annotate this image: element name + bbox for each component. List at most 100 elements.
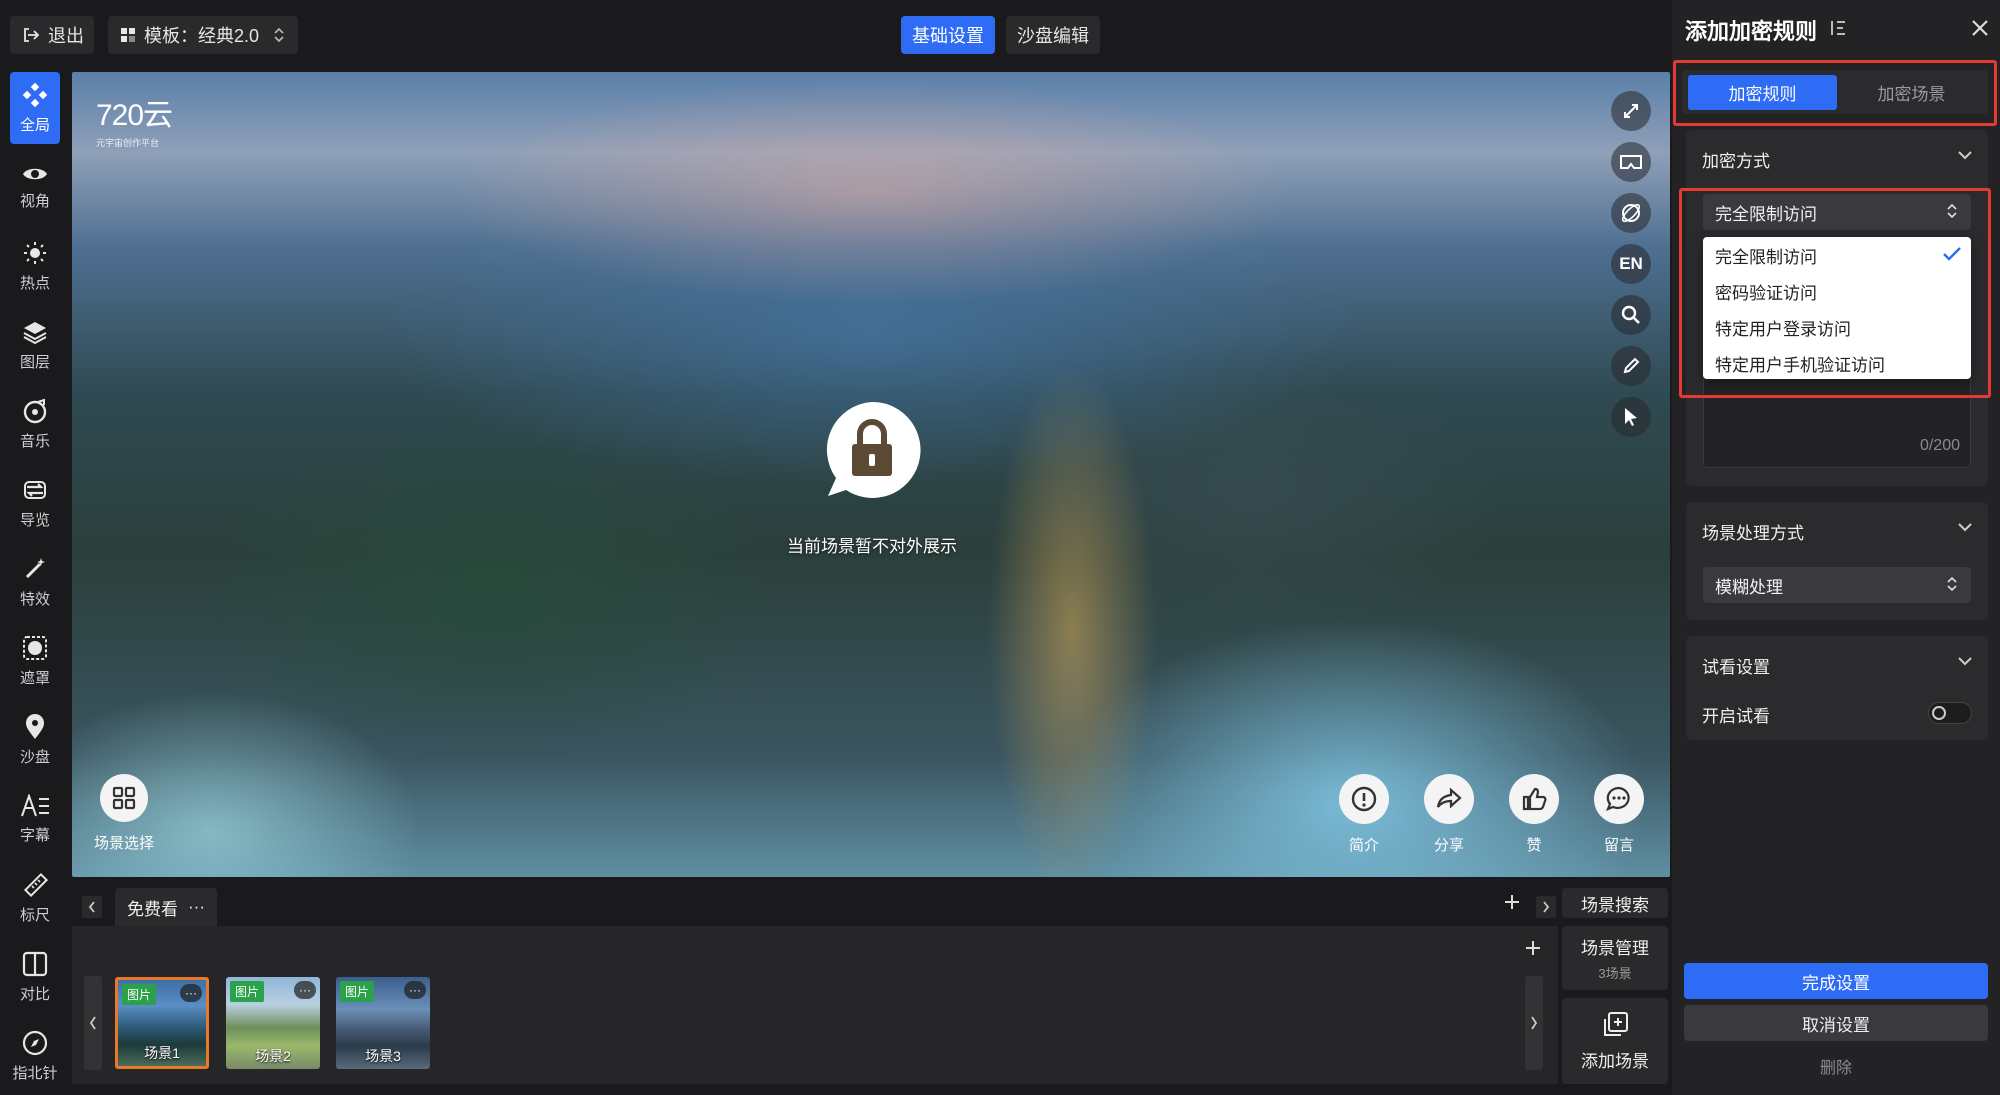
mask-icon: [22, 635, 48, 661]
fullscreen-button[interactable]: [1611, 91, 1651, 131]
template-select[interactable]: 模板：经典2.0: [108, 16, 298, 54]
trial-settings-section: 试看设置 开启试看: [1686, 636, 1988, 740]
tab-basic-settings[interactable]: 基础设置: [901, 16, 995, 54]
group-tab-more[interactable]: ···: [188, 897, 205, 917]
encryption-method-select[interactable]: 完全限制访问: [1703, 194, 1971, 230]
chevron-left-icon: [88, 901, 96, 913]
scene-type-tag: 图片: [230, 981, 265, 1002]
trial-toggle-label: 开启试看: [1702, 707, 1770, 726]
tab-encryption-scenes[interactable]: 加密场景: [1837, 75, 1986, 110]
scene-manage-button[interactable]: 场景管理 3场景: [1562, 926, 1668, 990]
edit-pencil-icon: [1622, 357, 1640, 375]
like-button[interactable]: 赞: [1508, 774, 1560, 855]
share-button[interactable]: 分享: [1423, 774, 1475, 855]
scene-more-button[interactable]: ···: [180, 984, 202, 1002]
sidebar-item-music[interactable]: 音乐: [10, 388, 60, 460]
description-textarea[interactable]: 0/200: [1703, 370, 1971, 468]
sidebar-item-view[interactable]: 视角: [10, 151, 60, 223]
sidebar-item-sandbox[interactable]: 沙盘: [10, 704, 60, 776]
sidebar-item-tour[interactable]: 导览: [10, 467, 60, 539]
thumbs-up-icon: [1520, 785, 1548, 813]
sidebar-item-layers[interactable]: 图层: [10, 309, 60, 381]
sidebar-item-compare[interactable]: 对比: [10, 941, 60, 1013]
exit-button[interactable]: 退出: [10, 16, 94, 54]
like-circle: [1509, 774, 1559, 824]
encryption-method-title: 加密方式: [1702, 152, 1770, 171]
group-prev-button[interactable]: [82, 896, 102, 918]
vr-mode-button[interactable]: [1611, 142, 1651, 182]
scene-search-label: 场景搜索: [1581, 895, 1649, 915]
scene-search-button[interactable]: 场景搜索: [1562, 888, 1668, 918]
chevron-down-icon[interactable]: [1958, 522, 1972, 532]
scene-process-select[interactable]: 模糊处理: [1703, 567, 1971, 603]
pointer-button[interactable]: [1611, 397, 1651, 437]
dropdown-option-password[interactable]: 密码验证访问: [1703, 273, 1971, 309]
sidebar-item-hotspot[interactable]: 热点: [10, 230, 60, 302]
sidebar-item-global[interactable]: 全局: [10, 72, 60, 144]
check-icon: [1943, 247, 1961, 261]
dropdown-option-label: 特定用户登录访问: [1715, 319, 1851, 339]
add-scene-small-button[interactable]: [1525, 940, 1541, 956]
sidebar-label-music: 音乐: [19, 432, 50, 450]
scene-more-button[interactable]: ···: [404, 981, 426, 999]
top-toolbar: 退出 模板：经典2.0 基础设置 沙盘编辑: [0, 0, 1672, 70]
add-scene-button[interactable]: 添加场景: [1562, 998, 1668, 1084]
scene-thumbnail-1[interactable]: 图片 ··· 场景1: [115, 977, 209, 1069]
finish-settings-label: 完成设置: [1802, 973, 1870, 993]
sidebar-label-effects: 特效: [19, 590, 50, 608]
tab-encryption-rules[interactable]: 加密规则: [1688, 75, 1837, 110]
tab-sandbox-edit[interactable]: 沙盘编辑: [1006, 16, 1100, 54]
comment-button[interactable]: 留言: [1593, 774, 1645, 855]
sort-arrows-icon: [274, 28, 284, 42]
gyroscope-button[interactable]: [1611, 193, 1651, 233]
panorama-viewport[interactable]: 720云 元宇宙创作平台 EN 当前场景暂不对外展示 场景选择 简介 分享 赞 …: [72, 72, 1670, 877]
chevron-left-icon: [89, 1016, 97, 1030]
sidebar-item-subtitle[interactable]: 字幕: [10, 783, 60, 855]
scene-scroll-right[interactable]: [1525, 976, 1543, 1070]
panel-info-button[interactable]: [1829, 19, 1847, 37]
dropdown-option-label: 特定用户手机验证访问: [1715, 355, 1885, 375]
search-button[interactable]: [1611, 295, 1651, 335]
plus-icon: [1504, 894, 1520, 910]
gyroscope-icon: [1620, 202, 1642, 224]
edit-button[interactable]: [1611, 346, 1651, 386]
map-pin-icon: [24, 713, 46, 740]
template-grid-icon: [120, 27, 136, 43]
group-tab-free[interactable]: 免费看 ···: [115, 888, 217, 926]
chevron-down-icon[interactable]: [1958, 656, 1972, 666]
intro-button[interactable]: 简介: [1338, 774, 1390, 855]
scene-more-button[interactable]: ···: [294, 981, 316, 999]
tab-encryption-scenes-label: 加密场景: [1877, 85, 1946, 104]
scene-type-tag: 图片: [340, 981, 375, 1002]
delete-link[interactable]: 删除: [1684, 1054, 1988, 1078]
scene-thumbnail-2[interactable]: 图片 ··· 场景2: [226, 977, 320, 1069]
finish-settings-button[interactable]: 完成设置: [1684, 963, 1988, 999]
add-scene-label: 添加场景: [1581, 1051, 1649, 1071]
sidebar-item-ruler[interactable]: 标尺: [10, 862, 60, 934]
sidebar-item-mask[interactable]: 遮罩: [10, 625, 60, 697]
dropdown-option-phone-verify[interactable]: 特定用户手机验证访问: [1703, 345, 1971, 381]
encryption-method-value: 完全限制访问: [1715, 204, 1817, 224]
dropdown-option-user-login[interactable]: 特定用户登录访问: [1703, 309, 1971, 345]
language-toggle-button[interactable]: EN: [1611, 244, 1651, 284]
sidebar-label-mask: 遮罩: [19, 669, 50, 687]
chevron-down-icon[interactable]: [1958, 150, 1972, 160]
scene-thumbnail-3[interactable]: 图片 ··· 场景3: [336, 977, 430, 1069]
hotspot-icon: [22, 240, 48, 266]
dropdown-option-full-restrict[interactable]: 完全限制访问: [1703, 237, 1971, 273]
group-next-button[interactable]: [1536, 896, 1556, 918]
intro-circle: [1339, 774, 1389, 824]
cancel-settings-button[interactable]: 取消设置: [1684, 1005, 1988, 1041]
plus-icon: [1525, 940, 1541, 956]
sidebar-item-effects[interactable]: 特效: [10, 546, 60, 618]
scene-select-button[interactable]: 场景选择: [94, 774, 154, 853]
sidebar-item-compass[interactable]: 指北针: [10, 1020, 60, 1092]
global-icon: [22, 82, 48, 108]
scene-name: 场景3: [365, 1048, 401, 1064]
trial-toggle-switch[interactable]: [1928, 702, 1972, 724]
panel-close-button[interactable]: [1971, 19, 1989, 37]
scene-scroll-left[interactable]: [84, 976, 102, 1070]
add-group-button[interactable]: [1504, 894, 1520, 910]
lock-bubble: [822, 400, 922, 500]
exit-label: 退出: [48, 26, 84, 46]
